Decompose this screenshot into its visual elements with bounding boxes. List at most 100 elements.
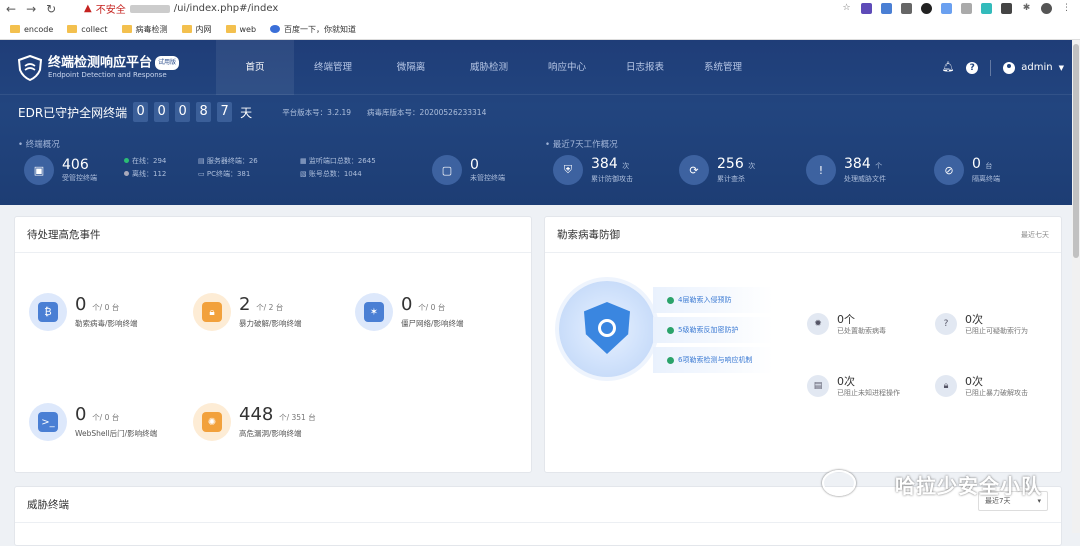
browser-chrome: ← → ↻ ▲ 不安全 /ui/index.php#/index ☆ ✱ ⋮ e…: [0, 0, 1080, 40]
folder-icon: [67, 25, 78, 33]
url-text[interactable]: /ui/index.php#/index: [174, 3, 279, 14]
card-title: 威胁终端: [27, 499, 69, 511]
wechat-icon: [822, 470, 856, 496]
terminal-icon: >_: [29, 403, 67, 441]
folder-icon: [181, 25, 192, 33]
day-unit: 天: [240, 105, 253, 120]
star-icon[interactable]: ☆: [841, 3, 852, 14]
day-digit: 8: [196, 102, 212, 122]
shield-gear-icon: [559, 281, 655, 377]
scan-icon: ⟳: [679, 155, 709, 185]
extension-icon[interactable]: [921, 3, 932, 14]
nav-endpoint[interactable]: 终端管理: [294, 40, 372, 95]
user-menu[interactable]: admin ▼: [1003, 61, 1064, 74]
range-label[interactable]: 最近七天: [1021, 230, 1049, 240]
user-name: admin: [1021, 62, 1053, 73]
bookmarks-bar: encode collect 病毒检测 内网 web 百度一下，你就知道: [10, 20, 356, 38]
bookmark-item[interactable]: collect: [67, 25, 108, 34]
warning-icon: ▲: [84, 3, 92, 14]
event-botnet[interactable]: ✶ 0 个/ 0 台僵尸网络/影响终端: [355, 293, 464, 331]
managed-stat[interactable]: ▣ 406 受管控终端: [24, 155, 97, 185]
nav-microseg[interactable]: 微隔离: [372, 40, 450, 95]
monitor-off-icon: ▢: [432, 155, 462, 185]
type-stat: ▤ 服务器终端：26 ▭ PC终端：381: [198, 157, 258, 178]
nav-system[interactable]: 系统管理: [684, 40, 762, 95]
bookmark-item[interactable]: 病毒检测: [121, 24, 168, 35]
puzzle-icon[interactable]: ✱: [1021, 3, 1032, 14]
bookmark-item[interactable]: 百度一下，你就知道: [270, 24, 356, 35]
bookmark-item[interactable]: 内网: [181, 24, 212, 35]
nav-logs[interactable]: 日志报表: [606, 40, 684, 95]
extension-icon[interactable]: [901, 3, 912, 14]
bookmark-item[interactable]: encode: [10, 25, 53, 34]
ransom-stat[interactable]: ✹ 0个 已处置勒索病毒: [807, 313, 886, 336]
isolate-icon: ⊘: [934, 155, 964, 185]
extension-icon[interactable]: [1001, 3, 1012, 14]
card-title: 勒索病毒防御: [557, 229, 620, 241]
nav-response[interactable]: 响应中心: [528, 40, 606, 95]
app-subtitle: Endpoint Detection and Response: [48, 70, 167, 79]
check-icon: [667, 356, 674, 364]
forward-icon[interactable]: →: [26, 2, 36, 16]
layer-item[interactable]: 5级勒索反加密防护: [653, 317, 773, 343]
app-title: 终端检测响应平台: [48, 55, 153, 71]
ransom-stat[interactable]: ? 0次 已阻止可疑勒索行为: [935, 313, 1028, 336]
layer-item[interactable]: 6项勒索检测与响应机制: [653, 347, 773, 373]
event-ransomware[interactable]: ₿ 0 个/ 0 台勒索病毒/影响终端: [29, 293, 138, 331]
online-stat: 在线：294 离线：112: [124, 155, 166, 181]
ransom-stat[interactable]: 🔒︎ 0次 已阻止暴力破解攻击: [935, 375, 1028, 398]
profile-icon[interactable]: [1041, 3, 1052, 14]
defense-layers: 4层勒索入侵预防 5级勒索反加密防护 6项勒索检测与响应机制: [653, 287, 773, 377]
virus-db-version: 病毒库版本号：20200526233314: [367, 107, 487, 117]
event-bruteforce[interactable]: 🔒︎ 2 个/ 2 台暴力破解/影响终端: [193, 293, 302, 331]
help-icon[interactable]: ?: [966, 61, 979, 74]
folder-icon: [121, 25, 132, 33]
ransomware-defense-card: 勒索病毒防御 最近七天 4层勒索入侵预防 5级勒索反加密防护 6项勒索检测与响应机…: [544, 216, 1062, 473]
folder-icon: [225, 25, 236, 33]
pin-icon[interactable]: [941, 3, 952, 14]
monitor-icon: ▣: [24, 155, 54, 185]
extension-icon[interactable]: [981, 3, 992, 14]
layer-item[interactable]: 4层勒索入侵预防: [653, 287, 773, 313]
scrollbar[interactable]: [1072, 40, 1080, 533]
bug-icon: ✺: [193, 403, 231, 441]
process-icon: ▤: [807, 375, 829, 397]
extension-icon[interactable]: [961, 3, 972, 14]
day-digit: 0: [133, 102, 149, 122]
back-icon[interactable]: ←: [6, 2, 16, 16]
day-digit: 7: [217, 102, 233, 122]
extension-icon[interactable]: [861, 3, 872, 14]
baidu-icon: [270, 25, 281, 33]
bell-icon[interactable]: 🔔︎: [942, 62, 955, 73]
event-webshell[interactable]: >_ 0 个/ 0 台 WebShell后门/影响终端: [29, 403, 157, 441]
shield-logo-icon: [18, 55, 42, 81]
nav-threat[interactable]: 威胁检测: [450, 40, 528, 95]
nav-home[interactable]: 首页: [216, 40, 294, 95]
week-stat-defend[interactable]: ⛨ 384 次累计防御攻击: [553, 155, 633, 185]
overview-title: • 终端概况: [18, 140, 60, 150]
main-menu: 首页 终端管理 微隔离 威胁检测 响应中心 日志报表 系统管理: [216, 40, 762, 95]
week-stat-files[interactable]: ! 384 个处理威胁文件: [806, 155, 886, 185]
protection-days: EDR已守护全网终端 0 0 0 8 7 天 平台版本号：3.2.19 病毒库版…: [18, 102, 486, 122]
translate-icon[interactable]: [881, 3, 892, 14]
ransom-stat[interactable]: ▤ 0次 已阻止未知进程操作: [807, 375, 900, 398]
reload-icon[interactable]: ↻: [46, 2, 56, 16]
app-logo[interactable]: 终端检测响应平台 试用版 Endpoint Detection and Respo…: [18, 55, 180, 81]
week-stat-isolated[interactable]: ⊘ 0 台隔离终端: [934, 155, 1000, 185]
address-bar[interactable]: ▲ 不安全 /ui/index.php#/index: [84, 0, 278, 17]
bookmark-item[interactable]: web: [225, 25, 256, 34]
menu-icon[interactable]: ⋮: [1061, 3, 1072, 14]
lock-icon: 🔒︎: [935, 375, 957, 397]
event-vuln[interactable]: ✺ 448 个/ 351 台高危漏洞/影响终端: [193, 403, 316, 441]
avatar: [1003, 61, 1016, 74]
trial-badge: 试用版: [155, 56, 180, 71]
week-title: • 最近7天工作概况: [545, 140, 618, 150]
scroll-thumb[interactable]: [1073, 44, 1079, 258]
card-title: 待处理高危事件: [27, 229, 101, 241]
top-nav: 终端检测响应平台 试用版 Endpoint Detection and Respo…: [0, 40, 1080, 95]
caret-down-icon: ▼: [1058, 63, 1064, 72]
unmanaged-stat[interactable]: ▢ 0 未管控终端: [432, 155, 505, 185]
day-digit: 0: [175, 102, 191, 122]
week-stat-scan[interactable]: ⟳ 256 次累计查杀: [679, 155, 755, 185]
shield-icon: ⛨: [553, 155, 583, 185]
